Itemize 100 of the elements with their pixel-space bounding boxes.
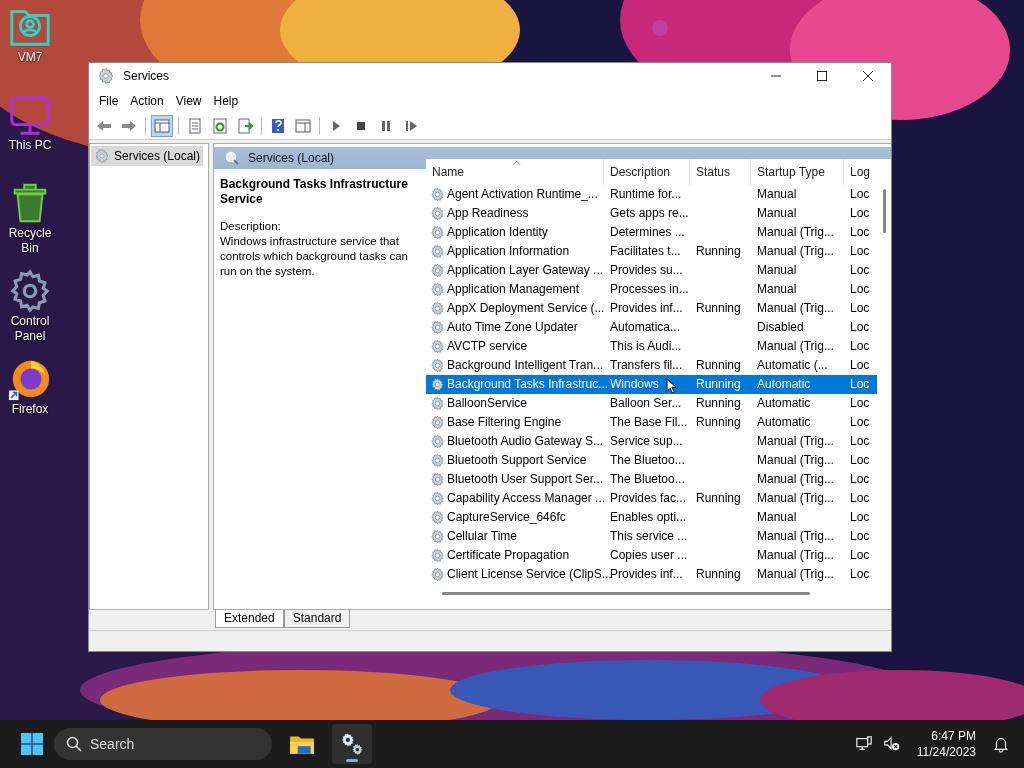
startup-type: Manual xyxy=(757,262,797,279)
desktop-icon-label[interactable]: Control Panel xyxy=(2,314,58,344)
service-description: Automatica... xyxy=(610,319,681,336)
clock-time[interactable]: 6:47 PM xyxy=(931,728,976,744)
menu-item[interactable]: Action xyxy=(124,94,170,108)
service-row[interactable]: Cellular Time This service ... Manual (Trig... Loc xyxy=(426,527,877,546)
service-row[interactable]: BalloonService Balloon Ser... Running Automatic Loc xyxy=(426,394,877,413)
service-name: Application Identity xyxy=(447,224,548,241)
menu-item[interactable]: Help xyxy=(207,94,245,108)
service-row[interactable]: Capability Access Manager ... Provides fac... Running Manual (Trig... Loc xyxy=(426,489,877,508)
search-icon xyxy=(224,150,240,166)
tree-item[interactable]: Services (Local) xyxy=(91,146,204,166)
startup-type: Manual (Trig... xyxy=(757,338,834,355)
log-on-as: Loc xyxy=(850,471,870,488)
startup-type: Manual (Trig... xyxy=(757,566,834,583)
bell-icon[interactable] xyxy=(992,735,1010,753)
gear-icon xyxy=(430,548,445,563)
service-row[interactable]: CaptureService_646fc Enables opti... Manual Loc xyxy=(426,508,877,527)
service-row[interactable]: AVCTP service This is Audi... Manual (Trig... Loc xyxy=(426,337,877,356)
service-row[interactable]: Background Tasks Infrastruc...Windows Running Automatic Loc xyxy=(426,375,877,394)
column-header[interactable]: Status xyxy=(690,159,751,185)
view-tab[interactable]: Standard xyxy=(283,610,351,628)
service-name: AVCTP service xyxy=(447,338,528,355)
gears-taskbar-button[interactable] xyxy=(332,724,372,764)
service-row[interactable]: Application Layer Gateway ... Provides su... Manual Loc xyxy=(426,261,877,280)
startup-type: Manual (Trig... xyxy=(757,547,834,564)
menu-item[interactable]: View xyxy=(169,94,208,108)
view-tab[interactable]: Extended xyxy=(215,610,284,628)
service-row[interactable]: Agent Activation Runtime_... Runtime for... Manual Loc xyxy=(426,185,877,204)
log-on-as: Loc xyxy=(850,281,870,298)
startup-type: Manual xyxy=(757,205,797,222)
gear-icon xyxy=(430,263,445,278)
desktop-icon-label[interactable]: Firefox xyxy=(2,402,58,417)
clock-date[interactable]: 11/24/2023 xyxy=(916,744,976,760)
service-row[interactable]: Bluetooth Support Service The Bluetoo... Manual (Trig... Loc xyxy=(426,451,877,470)
gear-icon xyxy=(430,529,445,544)
column-header[interactable]: Description xyxy=(604,159,690,185)
service-description: Processes in... xyxy=(610,281,689,298)
refresh-icon xyxy=(212,118,228,134)
service-row[interactable]: Bluetooth User Support Ser... The Bluetoo... Manual (Trig... Loc xyxy=(426,470,877,489)
service-row[interactable]: Bluetooth Audio Gateway S... Service sup... Manual (Trig... Loc xyxy=(426,432,877,451)
service-status: Running xyxy=(696,490,741,507)
column-header[interactable]: Startup Type xyxy=(751,159,844,185)
service-description: This is Audi... xyxy=(610,338,682,355)
menu-item[interactable]: File xyxy=(93,94,125,108)
window-title: Services xyxy=(123,69,169,83)
startup-type: Manual (Trig... xyxy=(757,528,834,545)
service-name: Background Intelligent Tran... xyxy=(447,357,604,374)
help-icon xyxy=(270,118,286,134)
service-status: Running xyxy=(696,566,741,583)
service-name: Application Layer Gateway ... xyxy=(447,262,604,279)
startup-type: Automatic xyxy=(757,376,811,393)
service-description: Provides fac... xyxy=(610,490,687,507)
log-on-as: Loc xyxy=(850,433,870,450)
service-row[interactable]: Application Management Processes in... Manual Loc xyxy=(426,280,877,299)
service-row[interactable]: Base Filtering Engine The Base Fil... Running Automatic Loc xyxy=(426,413,877,432)
network-icon[interactable] xyxy=(854,735,873,753)
log-on-as: Loc xyxy=(850,319,870,336)
startup-type: Manual (Trig... xyxy=(757,224,834,241)
service-description: Transfers fil... xyxy=(610,357,683,374)
document-icon xyxy=(187,118,203,134)
service-name: Cellular Time xyxy=(447,528,518,545)
log-on-as: Loc xyxy=(850,205,870,222)
vertical-scrollbar[interactable] xyxy=(882,189,886,233)
tree-button[interactable] xyxy=(151,115,173,137)
service-row[interactable]: Application Identity Determines ... Manual (Trig... Loc xyxy=(426,223,877,242)
service-name: Capability Access Manager ... xyxy=(447,490,606,507)
service-description: Runtime for... xyxy=(610,186,682,203)
speaker-muted-icon[interactable] xyxy=(882,735,901,753)
service-row[interactable]: App Readiness Gets apps re... Manual Loc xyxy=(426,204,877,223)
log-on-as: Loc xyxy=(850,376,870,393)
service-row[interactable]: Auto Time Zone Updater Automatica... Disabled Loc xyxy=(426,318,877,337)
service-row[interactable]: AppX Deployment Service (... Provides inf... Running Manual (Trig... Loc xyxy=(426,299,877,318)
horizontal-scrollbar[interactable] xyxy=(442,591,810,595)
gear-icon xyxy=(430,339,445,354)
startup-type: Automatic (... xyxy=(757,357,828,374)
log-on-as: Loc xyxy=(850,243,870,260)
column-header[interactable]: Log xyxy=(844,159,872,185)
service-row[interactable]: Application Information Facilitates t... Running Manual (Trig... Loc xyxy=(426,242,877,261)
service-name: Application Management xyxy=(447,281,580,298)
search-field[interactable]: Search xyxy=(54,728,272,760)
column-header[interactable]: Name xyxy=(426,159,604,185)
desktop-icon-label[interactable]: Recycle Bin xyxy=(2,226,58,256)
desktop-icon-label[interactable]: VM7 xyxy=(2,50,58,65)
description-label: Description: xyxy=(220,219,282,234)
service-description: Determines ... xyxy=(610,224,685,241)
windows-logo-icon[interactable] xyxy=(20,732,44,756)
mouse-pointer-icon xyxy=(666,378,677,394)
log-on-as: Loc xyxy=(850,357,870,374)
close-icon xyxy=(863,71,873,81)
service-description: Facilitates t... xyxy=(610,243,681,260)
desktop-icon-label[interactable]: This PC xyxy=(2,138,58,153)
service-row[interactable]: Background Intelligent Tran... Transfers fil... Running Automatic (... Loc xyxy=(426,356,877,375)
service-description: Copies user ... xyxy=(610,547,688,564)
gear-icon xyxy=(430,472,445,487)
service-description: This service ... xyxy=(610,528,688,545)
service-row[interactable]: Client License Service (ClipS...Provides inf... Running Manual (Trig... Loc xyxy=(426,565,877,584)
log-on-as: Loc xyxy=(850,547,870,564)
service-row[interactable]: Certificate Propagation Copies user ... Manual (Trig... Loc xyxy=(426,546,877,565)
service-status: Running xyxy=(696,414,741,431)
